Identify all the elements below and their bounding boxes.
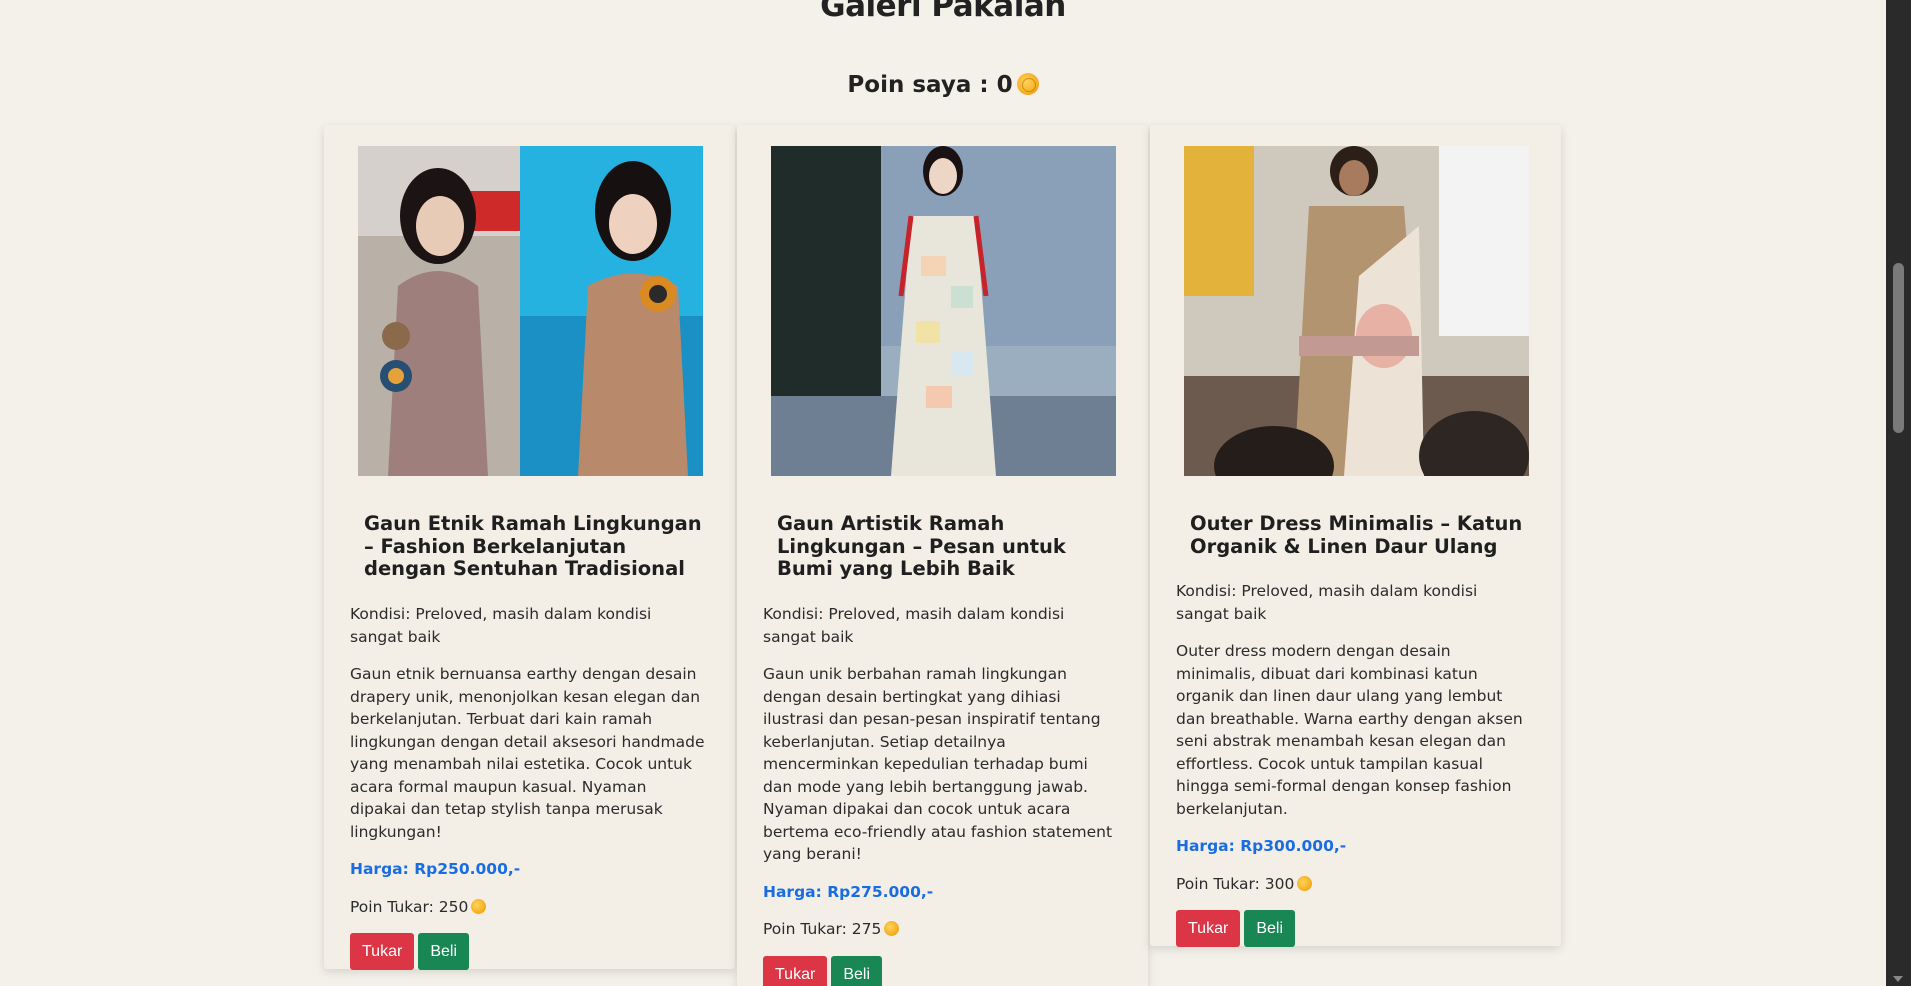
exchange-points: Poin Tukar: 250 <box>350 896 705 919</box>
product-description: Outer dress modern dengan desain minimal… <box>1176 642 1523 818</box>
product-title: Gaun Etnik Ramah Lingkungan – Fashion Be… <box>364 512 702 580</box>
my-points: Poin saya : 0 <box>0 72 1886 98</box>
exchange-points-label: Poin Tukar: 300 <box>1176 874 1295 893</box>
product-description: Gaun unik berbahan ramah lingkungan deng… <box>763 665 1113 863</box>
scrollbar-thumb[interactable] <box>1893 263 1904 433</box>
coin-icon <box>884 921 900 936</box>
product-condition: Kondisi: Preloved, masih dalam kondisi s… <box>1176 582 1478 623</box>
product-card: Outer Dress Minimalis – Katun Organik & … <box>1150 125 1561 947</box>
exchange-button[interactable]: Tukar <box>350 933 415 970</box>
exchange-button[interactable]: Tukar <box>1176 910 1241 947</box>
coin-icon <box>471 898 487 914</box>
product-image <box>358 146 703 476</box>
product-price: Harga: Rp275.000,- <box>763 882 934 901</box>
product-image <box>771 146 1116 476</box>
scrollbar[interactable] <box>1886 0 1911 986</box>
card-actions: Tukar Beli <box>1176 910 1531 947</box>
product-image <box>1184 146 1529 476</box>
exchange-points: Poin Tukar: 300 <box>1176 873 1531 896</box>
product-condition: Kondisi: Preloved, masih dalam kondisi s… <box>763 605 1065 646</box>
points-label: Poin saya : 0 <box>847 72 1013 98</box>
exchange-points: Poin Tukar: 275 <box>763 918 1118 941</box>
product-condition: Kondisi: Preloved, masih dalam kondisi s… <box>350 605 652 646</box>
exchange-button[interactable]: Tukar <box>763 955 828 986</box>
product-title: Outer Dress Minimalis – Katun Organik & … <box>1190 512 1523 558</box>
product-description: Gaun etnik bernuansa earthy dengan desai… <box>350 665 705 841</box>
product-card: Gaun Etnik Ramah Lingkungan – Fashion Be… <box>324 125 735 970</box>
card-actions: Tukar Beli <box>350 933 705 970</box>
card-actions: Tukar Beli <box>763 955 1118 986</box>
coin-icon <box>1297 875 1313 891</box>
coin-icon <box>1016 72 1039 95</box>
product-title: Gaun Artistik Ramah Lingkungan – Pesan u… <box>777 512 1066 580</box>
product-price: Harga: Rp300.000,- <box>1176 837 1347 855</box>
buy-button[interactable]: Beli <box>1244 910 1295 947</box>
scroll-down-icon[interactable] <box>1893 976 1903 982</box>
page-title: Galeri Pakaian <box>820 0 1066 24</box>
buy-button[interactable]: Beli <box>831 955 882 986</box>
exchange-points-label: Poin Tukar: 250 <box>350 897 469 916</box>
buy-button[interactable]: Beli <box>418 933 469 970</box>
product-card: Gaun Artistik Ramah Lingkungan – Pesan u… <box>737 125 1148 986</box>
product-price: Harga: Rp250.000,- <box>350 860 521 878</box>
exchange-points-label: Poin Tukar: 275 <box>763 920 882 938</box>
